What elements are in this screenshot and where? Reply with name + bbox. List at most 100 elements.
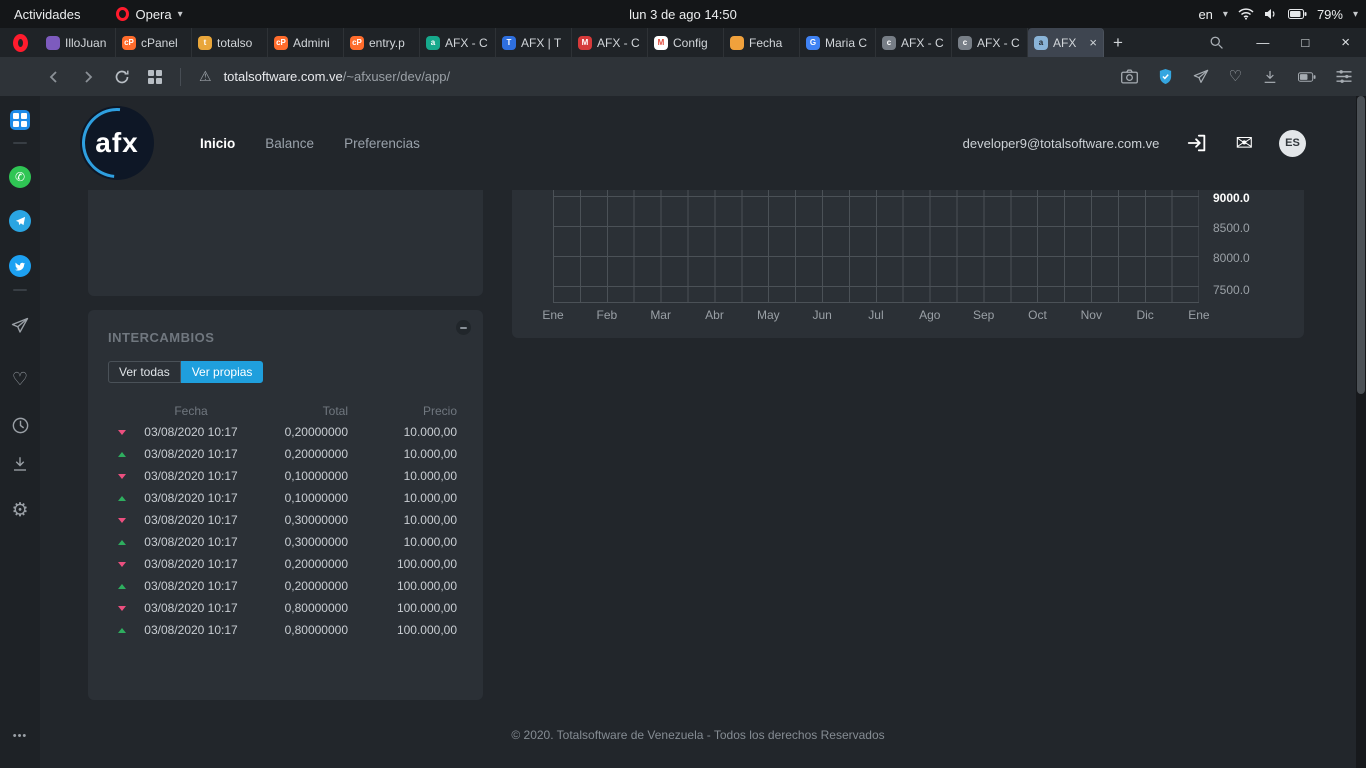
browser-tab[interactable]: t totalso ×: [192, 28, 268, 57]
history-icon[interactable]: [11, 416, 30, 435]
opera-o-icon: [13, 34, 28, 52]
trade-direction-icon: [118, 562, 126, 567]
system-status-area: en ▾ 79% ▾: [1198, 7, 1358, 22]
column-fecha: Fecha: [134, 404, 248, 418]
wifi-icon[interactable]: [1238, 8, 1254, 20]
afx-logo[interactable]: afx: [80, 106, 154, 180]
opera-app-menu[interactable]: Opera ▾: [116, 7, 182, 22]
downloads-sidebar-icon[interactable]: [11, 455, 29, 473]
tab-label: cPanel: [141, 36, 185, 50]
telegram-icon[interactable]: [9, 210, 31, 232]
personal-news-heart-icon[interactable]: ♡: [12, 369, 28, 390]
browser-tab[interactable]: cP entry.p ×: [344, 28, 420, 57]
x-axis-label: May: [748, 308, 788, 322]
nav-item[interactable]: Balance: [265, 136, 314, 151]
browser-tab[interactable]: a AFX ×: [1028, 28, 1104, 57]
trade-direction-icon: [118, 628, 126, 633]
my-flow-sidebar-icon[interactable]: [11, 317, 29, 335]
page-scrollbar[interactable]: [1356, 96, 1366, 768]
browser-tab[interactable]: G Maria C ×: [800, 28, 876, 57]
trade-precio: 100.000,00: [348, 557, 463, 571]
forward-icon[interactable]: [80, 69, 96, 85]
tab-label: entry.p: [369, 36, 413, 50]
trade-fecha: 03/08/2020 10:17: [134, 425, 248, 439]
y-axis-tick: 8500.0: [1213, 221, 1250, 235]
tab-favicon-icon: [730, 36, 744, 50]
activities-button[interactable]: Actividades: [14, 7, 80, 22]
trade-fecha: 03/08/2020 10:17: [134, 557, 248, 571]
trade-row: 03/08/2020 10:17 0,80000000 100.000,00: [108, 597, 463, 619]
browser-tab[interactable]: M AFX - C ×: [572, 28, 648, 57]
column-total: Total: [248, 404, 348, 418]
keyboard-layout-indicator[interactable]: en: [1198, 7, 1212, 22]
tab-close-icon[interactable]: ×: [1089, 35, 1097, 50]
bookmark-heart-icon[interactable]: ♡: [1229, 69, 1242, 84]
minimize-button[interactable]: —: [1256, 35, 1269, 50]
screen: Actividades Opera ▾ lun 3 de ago 14:50 e…: [0, 0, 1366, 768]
trade-total: 0,30000000: [248, 513, 348, 527]
downloads-icon[interactable]: [1262, 69, 1278, 85]
my-flow-icon[interactable]: [1193, 69, 1209, 85]
opera-icon: [116, 7, 129, 21]
adblock-shield-icon[interactable]: [1158, 68, 1173, 85]
url-domain: totalsoftware.com.ve: [224, 69, 343, 84]
browser-tab[interactable]: cP Admini ×: [268, 28, 344, 57]
url-field[interactable]: totalsoftware.com.ve/~afxuser/dev/app/: [224, 69, 451, 84]
speed-dial-grid-icon[interactable]: [148, 70, 162, 84]
whatsapp-icon[interactable]: ✆: [9, 166, 31, 188]
easy-setup-sliders-icon[interactable]: [1336, 69, 1352, 84]
trade-total: 0,20000000: [248, 447, 348, 461]
snapshot-camera-icon[interactable]: [1121, 69, 1138, 84]
browser-tab[interactable]: cP cPanel ×: [116, 28, 192, 57]
twitter-icon[interactable]: [9, 255, 31, 277]
back-icon[interactable]: [46, 69, 62, 85]
trade-fecha: 03/08/2020 10:17: [134, 601, 248, 615]
trade-total: 0,80000000: [248, 623, 348, 637]
collapse-card-icon[interactable]: [456, 320, 471, 335]
trade-total: 0,20000000: [248, 425, 348, 439]
speed-dial-icon[interactable]: [10, 110, 30, 130]
trade-direction-icon: [118, 584, 126, 589]
logout-icon[interactable]: [1185, 132, 1209, 154]
trade-row: 03/08/2020 10:17 0,20000000 10.000,00: [108, 443, 463, 465]
clock[interactable]: lun 3 de ago 14:50: [629, 7, 737, 22]
reload-icon[interactable]: [114, 69, 130, 85]
site-not-secure-icon[interactable]: ⚠: [199, 68, 212, 85]
browser-tab[interactable]: T AFX | T ×: [496, 28, 572, 57]
browser-tab[interactable]: Fecha ×: [724, 28, 800, 57]
volume-icon[interactable]: [1264, 8, 1278, 20]
browser-tab[interactable]: a AFX - C ×: [420, 28, 496, 57]
ver-todas-button[interactable]: Ver todas: [108, 361, 181, 383]
messages-envelope-icon[interactable]: ✉: [1235, 131, 1253, 156]
user-avatar[interactable]: ES: [1279, 130, 1306, 157]
opera-logo[interactable]: [0, 28, 40, 57]
battery-saver-icon[interactable]: [1298, 72, 1316, 82]
browser-tab[interactable]: IlloJuan ×: [40, 28, 116, 57]
tab-label: AFX: [1053, 36, 1084, 50]
new-tab-button[interactable]: +: [1104, 28, 1132, 57]
chart-grid: [553, 190, 1199, 303]
system-top-bar: Actividades Opera ▾ lun 3 de ago 14:50 e…: [0, 0, 1366, 28]
settings-gear-icon[interactable]: ⚙: [11, 499, 28, 522]
tab-label: AFX - C: [901, 36, 945, 50]
ver-propias-button[interactable]: Ver propias: [181, 361, 264, 383]
browser-tab[interactable]: c AFX - C ×: [952, 28, 1028, 57]
browser-tab[interactable]: c AFX - C ×: [876, 28, 952, 57]
trade-total: 0,80000000: [248, 601, 348, 615]
maximize-button[interactable]: □: [1301, 35, 1309, 50]
trades-table-header: Fecha Total Precio: [108, 401, 463, 421]
scrollbar-thumb[interactable]: [1357, 96, 1365, 394]
trade-direction-icon: [118, 518, 126, 523]
close-window-button[interactable]: ×: [1341, 34, 1350, 51]
tab-label: Maria C: [825, 36, 869, 50]
tab-favicon-icon: cP: [122, 36, 136, 50]
nav-item[interactable]: Preferencias: [344, 136, 420, 151]
nav-item[interactable]: Inicio: [200, 136, 235, 151]
tab-label: Fecha: [749, 36, 793, 50]
battery-icon[interactable]: [1288, 9, 1307, 19]
app-header: afx Inicio Balance Preferencias develope…: [40, 96, 1356, 190]
tab-favicon-icon: t: [198, 36, 212, 50]
browser-tab[interactable]: M Config ×: [648, 28, 724, 57]
sidebar-setup-dots-icon[interactable]: •••: [13, 730, 28, 742]
search-icon[interactable]: [1209, 35, 1224, 50]
